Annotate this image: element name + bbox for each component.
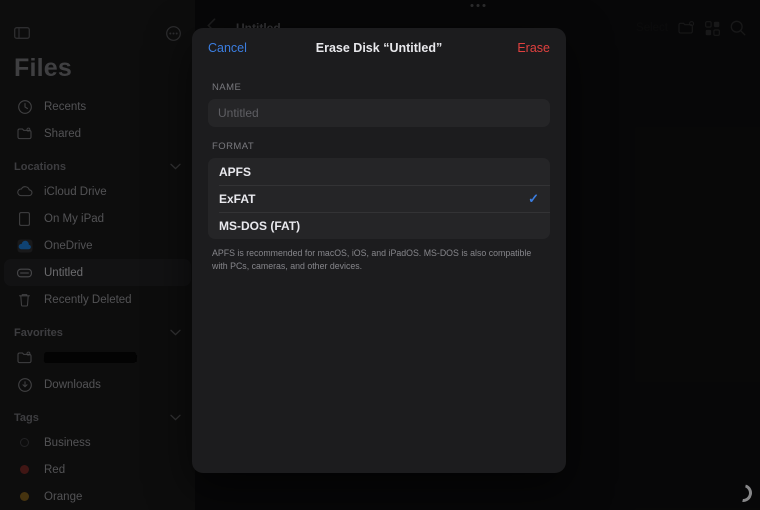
dialog-title: Erase Disk “Untitled” xyxy=(315,41,443,55)
format-option-apfs[interactable]: APFS xyxy=(208,158,550,185)
checkmark-icon: ✓ xyxy=(528,190,539,206)
format-option-label: ExFAT xyxy=(219,191,256,206)
cancel-button[interactable]: Cancel xyxy=(208,41,247,55)
format-option-label: APFS xyxy=(219,164,252,179)
dialog-header: Cancel Erase Disk “Untitled” Erase xyxy=(192,28,566,68)
format-help-text: APFS is recommended for macOS, iOS, and … xyxy=(212,248,532,271)
disk-name-input[interactable] xyxy=(208,99,550,127)
name-section-label: NAME xyxy=(212,82,242,93)
format-options-list: APFS ExFAT ✓ MS-DOS (FAT) xyxy=(208,158,550,239)
screen: Files Recents Shared Locations iCloud Dr… xyxy=(0,0,760,510)
format-section-label: FORMAT xyxy=(212,141,255,152)
erase-button[interactable]: Erase xyxy=(517,41,550,55)
format-option-exfat[interactable]: ExFAT ✓ xyxy=(208,185,550,212)
format-option-msdos-fat[interactable]: MS-DOS (FAT) xyxy=(208,212,550,239)
format-option-label: MS-DOS (FAT) xyxy=(219,218,301,233)
erase-disk-dialog: Cancel Erase Disk “Untitled” Erase NAME … xyxy=(192,28,566,473)
